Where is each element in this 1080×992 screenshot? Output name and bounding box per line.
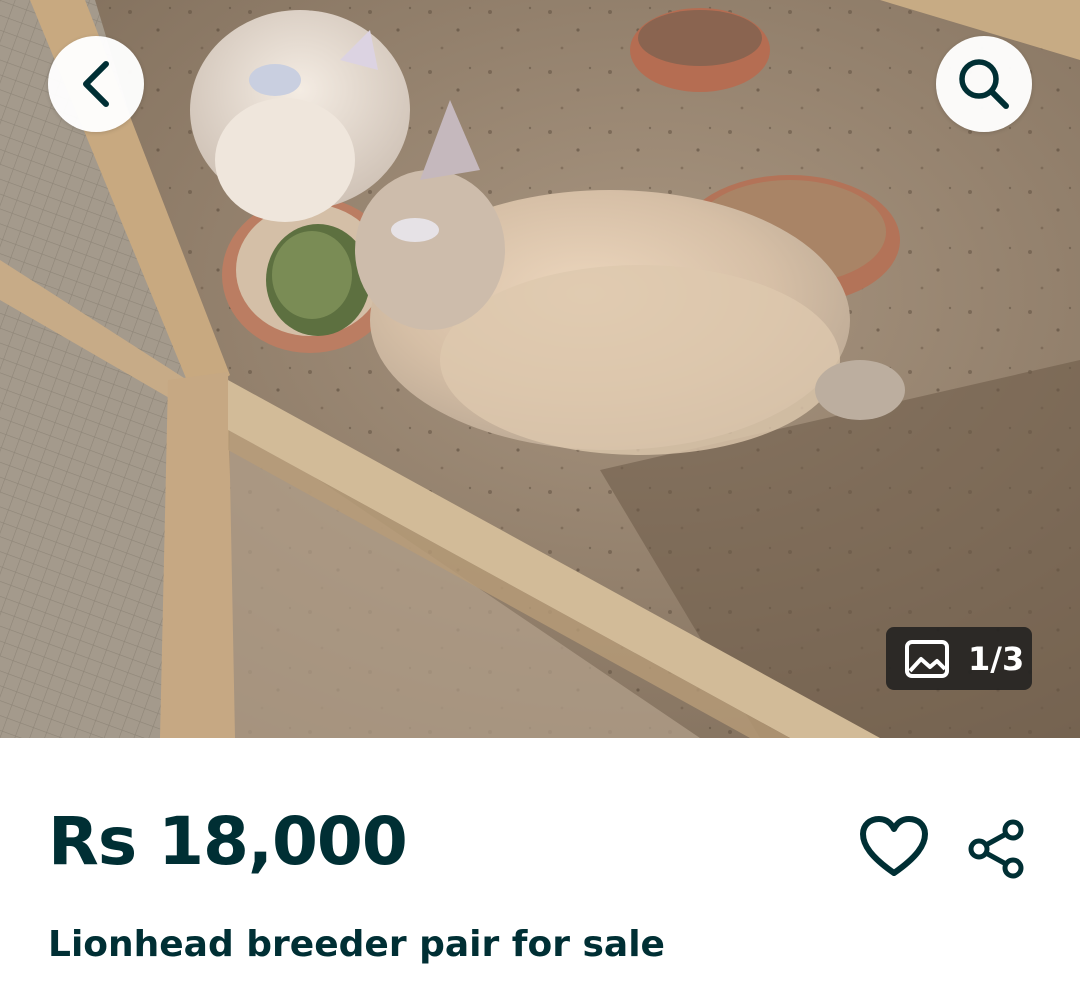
- favorite-button[interactable]: [855, 812, 933, 882]
- listing-price: Rs 18,000: [48, 803, 408, 880]
- search-button[interactable]: [936, 36, 1032, 132]
- listing-photo[interactable]: 1/3: [0, 0, 1080, 738]
- share-icon: [968, 819, 1024, 879]
- listing-info: Rs 18,000 Lionhead breeder pair for sale: [0, 738, 1080, 992]
- heart-icon: [860, 816, 928, 876]
- image-counter-text: 1/3: [968, 639, 1025, 678]
- image-counter[interactable]: 1/3: [886, 627, 1032, 690]
- share-button[interactable]: [962, 816, 1032, 882]
- search-icon: [959, 59, 1009, 109]
- gallery-icon: [904, 639, 950, 679]
- listing-title: Lionhead breeder pair for sale: [48, 924, 665, 965]
- chevron-left-icon: [83, 61, 109, 107]
- back-button[interactable]: [48, 36, 144, 132]
